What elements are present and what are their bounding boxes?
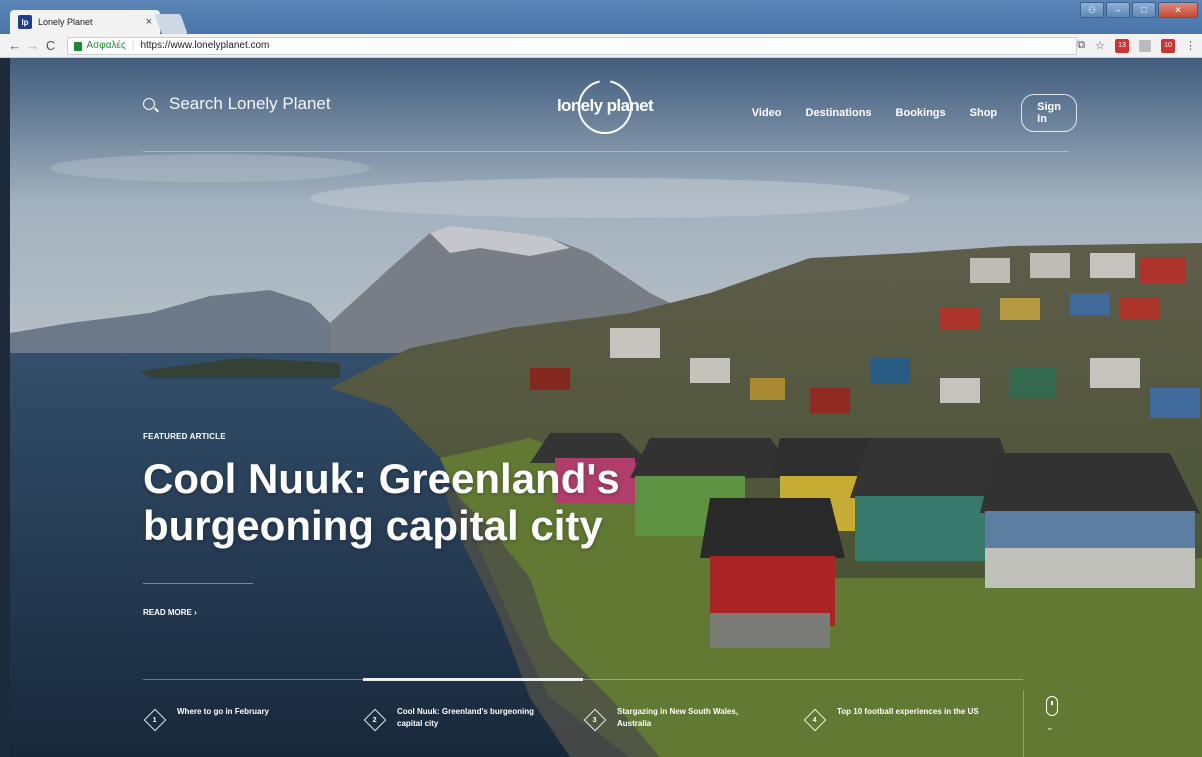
site-header: Search Lonely Planet lonely planet Video… bbox=[10, 58, 1202, 153]
lonely-planet-logo[interactable]: lonely planet bbox=[550, 80, 660, 135]
browser-tab[interactable]: lp Lonely Planet × bbox=[10, 10, 160, 34]
nav-destinations[interactable]: Destinations bbox=[806, 107, 872, 119]
url-separator: | bbox=[131, 40, 135, 51]
story-number-diamond-icon: 4 bbox=[803, 708, 827, 732]
story-item[interactable]: 1 Where to go in February bbox=[143, 706, 363, 732]
story-title: Stargazing in New South Wales, Australia bbox=[617, 707, 739, 728]
back-arrow-icon[interactable]: ← bbox=[6, 38, 24, 53]
chevron-right-icon: › bbox=[194, 608, 197, 617]
opera-extension-icon[interactable]: 10 bbox=[1161, 38, 1175, 53]
featured-kicker: FEATURED ARTICLE bbox=[143, 432, 226, 441]
story-item[interactable]: 4 Top 10 football experiences in the US bbox=[803, 706, 1023, 732]
reload-icon[interactable]: C bbox=[42, 38, 60, 53]
search-icon[interactable] bbox=[143, 98, 155, 110]
story-number-diamond-icon: 1 bbox=[143, 708, 167, 732]
story-title: Cool Nuuk: Greenland's burgeoning capita… bbox=[397, 707, 535, 728]
user-icon[interactable]: ⚇ bbox=[1080, 2, 1104, 18]
lonely-planet-favicon-icon: lp bbox=[18, 15, 32, 29]
story-title: Top 10 football experiences in the US bbox=[837, 707, 979, 716]
hero-page: Search Lonely Planet lonely planet Video… bbox=[10, 58, 1202, 757]
main-nav: Video Destinations Bookings Shop Sign In bbox=[752, 94, 1202, 132]
carousel-active-indicator bbox=[363, 678, 583, 681]
story-number-diamond-icon: 2 bbox=[363, 708, 387, 732]
browser-toolbar: ← → C Ασφαλές | https://www.lonelyplanet… bbox=[0, 34, 1202, 58]
maximize-icon[interactable]: □ bbox=[1132, 2, 1156, 18]
read-more-link[interactable]: READ MORE › bbox=[143, 608, 197, 617]
toolbar-icons: ⧉ ☆ 13 10 ⋮ bbox=[1077, 38, 1196, 53]
featured-article: FEATURED ARTICLE Cool Nuuk: Greenland's … bbox=[143, 432, 703, 549]
header-divider bbox=[143, 151, 1069, 152]
minimize-icon[interactable]: – bbox=[1106, 2, 1130, 18]
browser-titlebar: lp Lonely Planet × ⚇ – □ ✕ bbox=[0, 0, 1202, 34]
bookmark-star-icon[interactable]: ☆ bbox=[1095, 39, 1105, 52]
tab-title: Lonely Planet bbox=[38, 17, 93, 27]
logo-text: lonely planet bbox=[556, 96, 654, 115]
story-carousel: 1 Where to go in February 2 Cool Nuuk: G… bbox=[143, 706, 1023, 732]
search-bar[interactable]: Search Lonely Planet bbox=[143, 94, 331, 114]
sign-in-button[interactable]: Sign In bbox=[1021, 94, 1077, 132]
translate-icon[interactable]: ⧉ bbox=[1077, 39, 1085, 52]
nav-video[interactable]: Video bbox=[752, 107, 782, 119]
chevron-down-icon[interactable]: ⌄ bbox=[1046, 722, 1054, 733]
window-controls: ⚇ – □ ✕ bbox=[1080, 2, 1198, 18]
nav-shop[interactable]: Shop bbox=[970, 107, 998, 119]
story-title: Where to go in February bbox=[177, 707, 270, 716]
menu-kebab-icon[interactable]: ⋮ bbox=[1185, 39, 1196, 52]
nav-bookings[interactable]: Bookings bbox=[896, 107, 946, 119]
featured-headline[interactable]: Cool Nuuk: Greenland's burgeoning capita… bbox=[143, 455, 703, 549]
secure-label: Ασφαλές bbox=[86, 40, 126, 51]
story-item[interactable]: 2 Cool Nuuk: Greenland's burgeoning capi… bbox=[363, 706, 583, 732]
featured-divider bbox=[143, 583, 253, 584]
carousel-divider bbox=[143, 679, 1023, 680]
story-item[interactable]: 3 Stargazing in New South Wales, Austral… bbox=[583, 706, 803, 732]
extension-badge-icon[interactable]: 13 bbox=[1115, 38, 1129, 53]
mouse-scroll-icon[interactable] bbox=[1046, 696, 1058, 716]
forward-arrow-icon[interactable]: → bbox=[24, 38, 42, 53]
story-number-diamond-icon: 3 bbox=[583, 708, 607, 732]
read-more-label: READ MORE bbox=[143, 608, 192, 617]
lock-icon bbox=[74, 42, 83, 51]
window-close-icon[interactable]: ✕ bbox=[1158, 2, 1198, 18]
search-input[interactable]: Search Lonely Planet bbox=[169, 94, 331, 114]
extension-icon[interactable] bbox=[1139, 39, 1151, 52]
greenland-hero-image bbox=[10, 58, 1202, 757]
tab-close-icon[interactable]: × bbox=[146, 16, 152, 28]
url-text: https://www.lonelyplanet.com bbox=[140, 40, 270, 51]
address-bar[interactable]: Ασφαλές | https://www.lonelyplanet.com bbox=[67, 36, 1078, 55]
carousel-end-divider bbox=[1023, 690, 1024, 757]
